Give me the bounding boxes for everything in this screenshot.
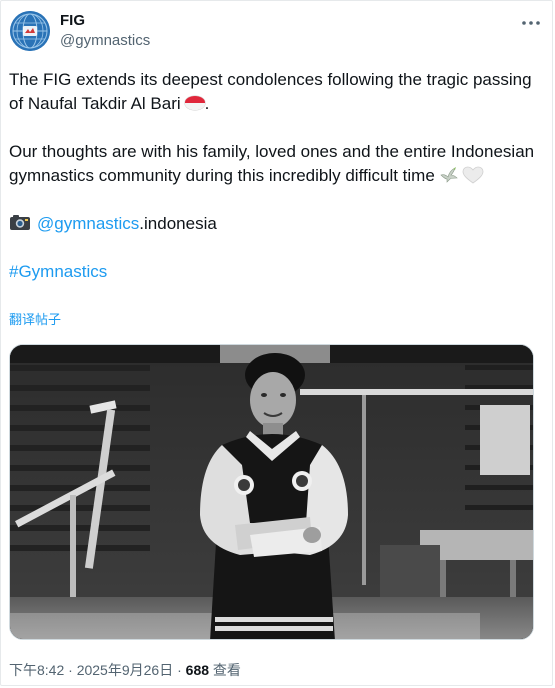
gymnast-photo — [10, 345, 533, 639]
tweet-time[interactable]: 下午8:42 — [9, 662, 64, 678]
indonesia-flag-icon — [184, 96, 205, 110]
tweet-text: The FIG extends its deepest condolences … — [9, 68, 539, 284]
tweet-date[interactable]: 2025年9月26日 — [77, 662, 174, 678]
tweet-header: FIG @gymnastics — [10, 11, 546, 55]
tweet-metadata: 下午8:42 · 2025年9月26日 · 688 查看 — [9, 660, 241, 680]
author-handle[interactable]: @gymnastics — [60, 31, 150, 51]
photo-credit-suffix: .indonesia — [139, 214, 217, 233]
tweet-paragraph-1: The FIG extends its deepest condolences … — [9, 68, 539, 116]
meta-separator: · — [68, 662, 77, 678]
white-heart-icon — [462, 166, 484, 184]
meta-separator: · — [177, 662, 186, 678]
author-names: FIG @gymnastics — [60, 12, 150, 51]
views-count: 688 — [185, 662, 210, 678]
tweet-paragraph-2: Our thoughts are with his family, loved … — [9, 140, 539, 188]
tweet-card: FIG @gymnastics The FIG extends its deep… — [0, 0, 553, 686]
tweet-photo-credit: @gymnastics.indonesia — [9, 212, 539, 236]
avatar[interactable] — [10, 11, 50, 51]
more-options-button[interactable] — [518, 13, 544, 33]
tweet-hashtags: #Gymnastics — [9, 260, 539, 284]
tweet-paragraph-1-text: The FIG extends its deepest condolences … — [9, 70, 532, 113]
dove-icon — [440, 167, 458, 183]
tweet-media-photo[interactable] — [9, 344, 534, 640]
photo-credit-mention-link[interactable]: @gymnastics — [37, 214, 139, 233]
author-display-name[interactable]: FIG — [60, 12, 150, 30]
fig-globe-logo-icon — [10, 11, 50, 51]
views-label: 查看 — [212, 662, 241, 678]
tweet-paragraph-1-end: . — [204, 94, 210, 113]
more-horizontal-icon — [522, 21, 540, 25]
camera-icon — [10, 215, 30, 230]
hashtag-gymnastics-link[interactable]: #Gymnastics — [9, 262, 107, 281]
translate-post-link[interactable]: 翻译帖子 — [9, 312, 61, 328]
